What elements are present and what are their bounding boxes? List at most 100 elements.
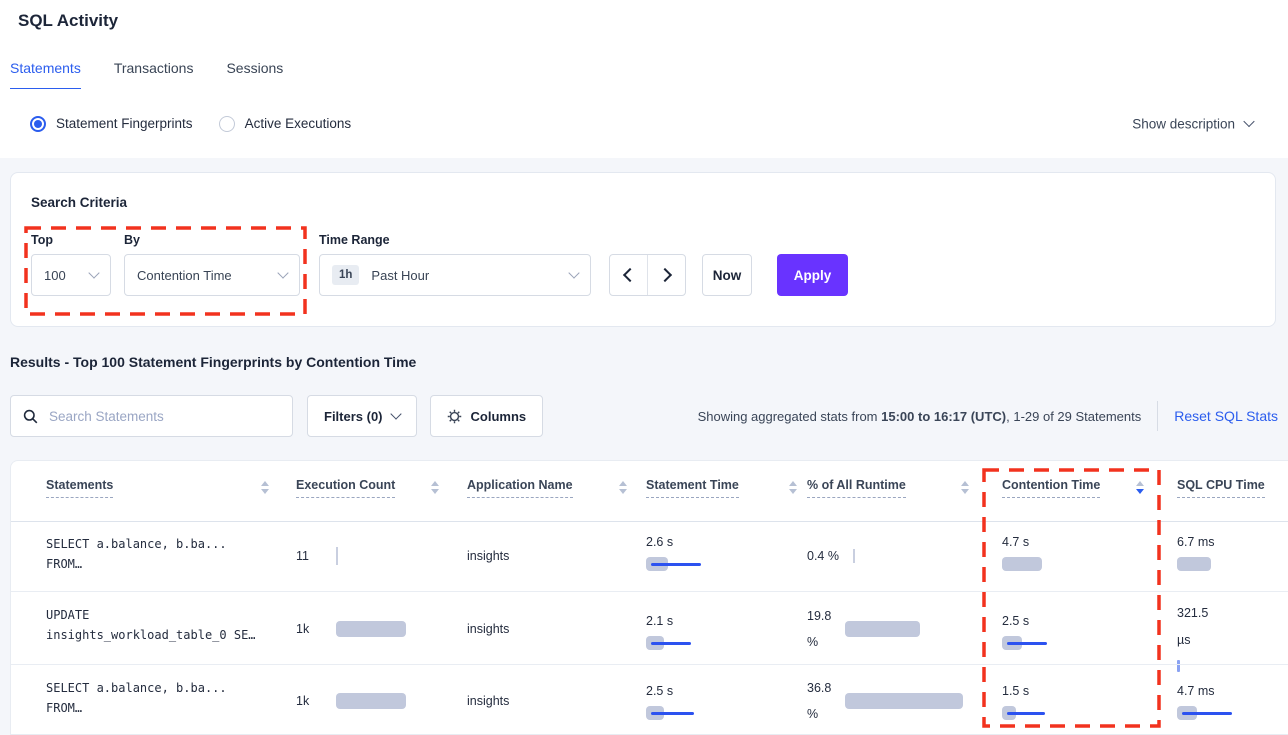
execution-count-bar (336, 621, 406, 637)
radio-statement-fingerprints[interactable]: Statement Fingerprints (30, 116, 193, 132)
radio-label: Statement Fingerprints (56, 116, 193, 131)
showing-stats-text: Showing aggregated stats from 15:00 to 1… (698, 409, 1142, 424)
column-header-contention-time[interactable]: Contention Time (1002, 478, 1100, 498)
chevron-left-icon (623, 268, 637, 282)
search-criteria-heading: Search Criteria (31, 195, 127, 210)
column-header-execution-count[interactable]: Execution Count (296, 478, 395, 498)
radio-unselected-icon[interactable] (219, 116, 235, 132)
application-name-cell: insights (467, 521, 617, 591)
contention-time-cell: 2.5 s (1002, 592, 1162, 665)
reset-sql-stats-link[interactable]: Reset SQL Stats (1174, 408, 1278, 424)
table-row[interactable]: SELECT a.balance, b.ba... FROM… 1k insig… (11, 664, 1288, 735)
chevron-down-icon (390, 408, 401, 419)
sql-cpu-time-bar (1177, 557, 1211, 571)
by-select[interactable]: Contention Time (124, 254, 300, 296)
pct-runtime-bar (853, 549, 855, 563)
table-row[interactable]: UPDATE insights_workload_table_0 SE… 1k … (11, 591, 1288, 665)
view-toggle-bar: Statement Fingerprints Active Executions… (0, 89, 1288, 158)
toolbar-right: Showing aggregated stats from 15:00 to 1… (698, 401, 1278, 431)
statement-fingerprint-link[interactable]: SELECT a.balance, b.ba... FROM… (46, 521, 286, 591)
execution-count-cell: 1k (296, 665, 456, 735)
statement-time-cell: 2.5 s (646, 665, 786, 735)
pct-runtime-cell: 0.4 % (807, 521, 987, 591)
contention-time-bar (1002, 557, 1042, 571)
statement-time-cell: 2.6 s (646, 521, 786, 591)
table-row[interactable]: SELECT a.balance, b.ba... FROM… 11 insig… (11, 521, 1288, 591)
top-label: Top (31, 233, 53, 247)
statement-time-bar (646, 557, 701, 571)
statement-fingerprint-link[interactable]: UPDATE insights_workload_table_0 SE… (46, 592, 286, 665)
show-description-label: Show description (1132, 116, 1235, 131)
sort-icons[interactable] (261, 481, 269, 494)
execution-count-bar (336, 547, 338, 565)
by-select-value: Contention Time (137, 268, 232, 283)
contention-time-cell: 4.7 s (1002, 521, 1162, 591)
search-statements-box[interactable] (10, 395, 293, 437)
vertical-divider (1157, 401, 1158, 431)
search-statements-input[interactable] (47, 408, 280, 425)
top-select[interactable]: 100 (31, 254, 111, 296)
radio-active-executions[interactable]: Active Executions (219, 116, 352, 132)
pct-runtime-cell: 19.8% (807, 592, 987, 665)
pct-runtime-cell: 36.8% (807, 665, 987, 735)
sort-icons[interactable] (431, 481, 439, 494)
statement-time-bar (646, 706, 694, 720)
statement-fingerprint-link[interactable]: SELECT a.balance, b.ba... FROM… (46, 665, 286, 735)
next-time-range-button[interactable] (648, 255, 685, 295)
show-description-toggle[interactable]: Show description (1132, 116, 1253, 131)
column-header-pct-runtime[interactable]: % of All Runtime (807, 478, 906, 498)
sort-icons[interactable] (961, 481, 969, 494)
tab-transactions[interactable]: Transactions (114, 60, 194, 90)
chevron-down-icon (1243, 116, 1254, 127)
sql-cpu-time-cell: 321.5 µs (1177, 592, 1287, 665)
columns-label: Columns (471, 409, 527, 424)
tab-sessions[interactable]: Sessions (226, 60, 283, 90)
now-button[interactable]: Now (702, 254, 752, 296)
column-header-statements[interactable]: Statements (46, 478, 113, 498)
statements-table: Statements Execution Count Application N… (10, 460, 1288, 735)
chevron-down-icon (568, 267, 579, 278)
execution-count-cell: 1k (296, 592, 456, 665)
filters-label: Filters (0) (324, 409, 383, 424)
time-range-value: Past Hour (371, 268, 429, 283)
top-select-value: 100 (44, 268, 66, 283)
chevron-right-icon (658, 268, 672, 282)
sort-icons-active-desc[interactable] (1136, 481, 1144, 494)
search-icon (23, 409, 38, 424)
chevron-down-icon (88, 267, 99, 278)
results-toolbar: Filters (0) Columns Showing aggregated s… (10, 395, 1278, 437)
statement-time-bar (646, 636, 691, 650)
sql-cpu-time-bar (1177, 706, 1232, 720)
previous-time-range-button[interactable] (610, 255, 648, 295)
time-range-stepper (609, 254, 686, 296)
radio-selected-icon[interactable] (30, 116, 46, 132)
filters-button[interactable]: Filters (0) (307, 395, 417, 437)
chevron-down-icon (277, 267, 288, 278)
sort-icons[interactable] (619, 481, 627, 494)
pct-runtime-bar (845, 621, 920, 637)
results-heading: Results - Top 100 Statement Fingerprints… (10, 354, 416, 370)
showing-range: 15:00 to 16:17 (UTC) (881, 409, 1006, 424)
tab-bar: Statements Transactions Sessions (10, 60, 283, 90)
execution-count-cell: 11 (296, 521, 456, 591)
sql-cpu-time-cell: 4.7 ms (1177, 665, 1287, 735)
search-criteria-card: Search Criteria Top 100 By Contention Ti… (10, 172, 1276, 327)
execution-count-bar (336, 693, 406, 709)
statement-time-cell: 2.1 s (646, 592, 786, 665)
sort-icons[interactable] (789, 481, 797, 494)
column-header-application-name[interactable]: Application Name (467, 478, 573, 498)
application-name-cell: insights (467, 665, 617, 735)
table-header-row: Statements Execution Count Application N… (11, 461, 1288, 522)
column-header-statement-time[interactable]: Statement Time (646, 478, 739, 498)
application-name-cell: insights (467, 592, 617, 665)
apply-button[interactable]: Apply (777, 254, 848, 296)
page-title: SQL Activity (18, 11, 118, 31)
column-header-sql-cpu-time[interactable]: SQL CPU Time (1177, 478, 1265, 498)
top-bar: SQL Activity Statements Transactions Ses… (0, 0, 1288, 90)
contention-time-bar (1002, 636, 1047, 650)
tab-statements[interactable]: Statements (10, 60, 81, 90)
time-range-select[interactable]: 1h Past Hour (319, 254, 591, 296)
pct-runtime-bar (845, 693, 963, 709)
contention-time-cell: 1.5 s (1002, 665, 1162, 735)
columns-button[interactable]: Columns (430, 395, 544, 437)
